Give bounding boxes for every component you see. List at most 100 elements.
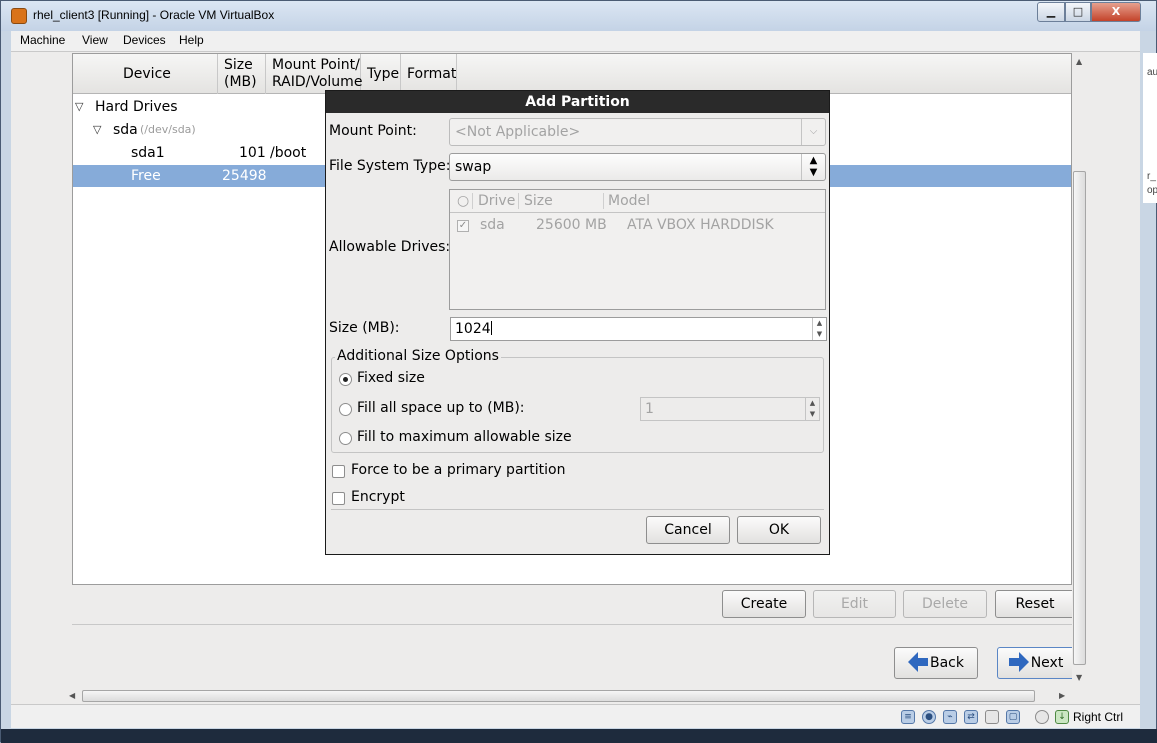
mount-point-combo[interactable]: <Not Applicable> ⌵ (449, 118, 826, 146)
spin-down-icon[interactable]: ▼ (812, 329, 826, 340)
title-bar: rhel_client3 [Running] - Oracle VM Virtu… (1, 1, 1156, 31)
spin-up-icon[interactable]: ▲ (812, 318, 826, 329)
minimize-button[interactable]: ▁ (1037, 2, 1065, 22)
drives-col-drive[interactable]: Drive (478, 193, 515, 209)
taskbar-strip (1, 729, 1157, 743)
col-separator (518, 193, 519, 209)
menu-help[interactable]: Help (179, 33, 204, 47)
drive-size: 25600 MB (536, 217, 607, 233)
text-cursor (490, 321, 492, 335)
horizontal-scroll-thumb[interactable] (82, 690, 1035, 702)
horizontal-scrollbar[interactable]: ◀ ▶ (66, 688, 1072, 704)
col-device[interactable]: Device (73, 54, 218, 94)
separator (72, 624, 1072, 625)
size-input[interactable]: 1024 ▲ ▼ (450, 317, 827, 341)
back-button[interactable]: Back (894, 647, 978, 679)
allowable-drives-label: Allowable Drives: (329, 239, 451, 255)
network-icon[interactable]: ⇄ (964, 710, 978, 724)
hard-disk-icon[interactable]: ≡ (901, 710, 915, 724)
table-header: Device Size (MB) Mount Point/ RAID/Volum… (73, 54, 1071, 94)
fill-up-to-radio[interactable] (339, 403, 352, 416)
col-size[interactable]: Size (MB) (218, 54, 266, 94)
encrypt-label[interactable]: Encrypt (351, 489, 405, 505)
scroll-down-icon[interactable]: ▼ (1076, 673, 1082, 682)
vertical-scrollbar[interactable]: ▲ ▼ (1072, 53, 1087, 687)
spin-down-icon[interactable]: ▼ (805, 409, 819, 420)
menu-view[interactable]: View (82, 33, 108, 47)
mouse-integration-icon[interactable] (1035, 710, 1049, 724)
edit-button[interactable]: Edit (813, 590, 896, 618)
next-button[interactable]: Next (997, 647, 1075, 679)
force-primary-label[interactable]: Force to be a primary partition (351, 462, 565, 478)
fixed-size-label[interactable]: Fixed size (357, 370, 425, 386)
row-size: 101 (239, 145, 266, 161)
fs-type-combo[interactable]: swap ▲ ▼ (449, 153, 826, 181)
fs-type-value: swap (455, 159, 492, 175)
virtualbox-app-icon (11, 8, 27, 24)
delete-button[interactable]: Delete (903, 590, 987, 618)
reset-button[interactable]: Reset (995, 590, 1075, 618)
size-value: 1024 (455, 321, 491, 337)
menu-devices[interactable]: Devices (123, 33, 166, 47)
cancel-button[interactable]: Cancel (646, 516, 730, 544)
back-arrow-icon (908, 652, 928, 672)
col-format[interactable]: Format (401, 54, 457, 94)
next-label: Next (1030, 655, 1064, 671)
expander-icon[interactable]: ▽ (93, 119, 101, 141)
col-mount-point[interactable]: Mount Point/ RAID/Volume (266, 54, 362, 94)
drives-header: ○ Drive Size Model (450, 190, 825, 213)
optical-drive-icon[interactable]: ● (922, 710, 936, 724)
fill-up-to-value: 1 (645, 401, 654, 417)
add-partition-dialog: Add Partition Mount Point: <Not Applicab… (325, 90, 830, 555)
usb-icon[interactable]: ⌁ (943, 710, 957, 724)
size-label: Size (MB): (329, 320, 400, 336)
mount-point-value: <Not Applicable> (455, 124, 581, 140)
drives-col-model[interactable]: Model (608, 193, 650, 209)
background-text: r_ (1147, 171, 1156, 182)
row-mount: /boot (270, 145, 307, 161)
col-separator (603, 193, 604, 209)
delete-label: Delete (922, 596, 968, 612)
fixed-size-radio[interactable] (339, 373, 352, 386)
guest-screen: Device Size (MB) Mount Point/ RAID/Volum… (11, 52, 1140, 704)
updown-icon: ▲ ▼ (801, 154, 825, 180)
close-button[interactable]: X (1091, 2, 1141, 22)
scroll-up-icon[interactable]: ▲ (1076, 57, 1082, 66)
background-text: au (1147, 67, 1157, 78)
fill-up-to-label[interactable]: Fill all space up to (MB): (357, 400, 525, 416)
row-device: Hard Drives (95, 99, 178, 115)
drives-col-size[interactable]: Size (524, 193, 553, 209)
keyboard-capture-icon[interactable]: ↓ (1055, 710, 1069, 724)
ok-label: OK (768, 522, 790, 538)
expander-icon[interactable]: ▽ (75, 96, 83, 118)
dialog-separator (331, 509, 824, 510)
scroll-left-icon[interactable]: ◀ (69, 691, 75, 700)
encrypt-checkbox[interactable] (332, 492, 345, 505)
scroll-right-icon[interactable]: ▶ (1059, 691, 1065, 700)
vertical-scroll-thumb[interactable] (1073, 171, 1086, 665)
background-text: op (1147, 185, 1157, 196)
maximize-button[interactable]: □ (1065, 2, 1091, 22)
fill-max-label[interactable]: Fill to maximum allowable size (357, 429, 572, 445)
fill-up-to-input[interactable]: 1 ▲ ▼ (640, 397, 820, 421)
row-device-path: (/dev/sda) (140, 123, 196, 136)
col-size-line1: Size (224, 57, 253, 73)
drive-row[interactable]: ✓ sda 25600 MB ATA VBOX HARDDISK (450, 214, 825, 238)
col-type[interactable]: Type (361, 54, 401, 94)
shared-folders-icon[interactable] (985, 710, 999, 724)
force-primary-checkbox[interactable] (332, 465, 345, 478)
create-button[interactable]: Create (722, 590, 806, 618)
display-icon[interactable]: ▢ (1006, 710, 1020, 724)
drives-list[interactable]: ○ Drive Size Model ✓ sda 25600 MB ATA VB… (449, 189, 826, 310)
back-label: Back (930, 655, 964, 671)
ok-button[interactable]: OK (737, 516, 821, 544)
col-mount-line1: Mount Point/ (272, 57, 360, 73)
fill-max-radio[interactable] (339, 432, 352, 445)
row-device: sda1 (131, 145, 165, 161)
menu-machine[interactable]: Machine (20, 33, 65, 47)
edit-label: Edit (840, 596, 869, 612)
spin-up-icon[interactable]: ▲ (805, 398, 819, 409)
host-key-label: Right Ctrl (1073, 710, 1124, 724)
chevron-down-icon: ⌵ (801, 119, 825, 145)
drive-checkbox[interactable]: ✓ (457, 220, 469, 232)
